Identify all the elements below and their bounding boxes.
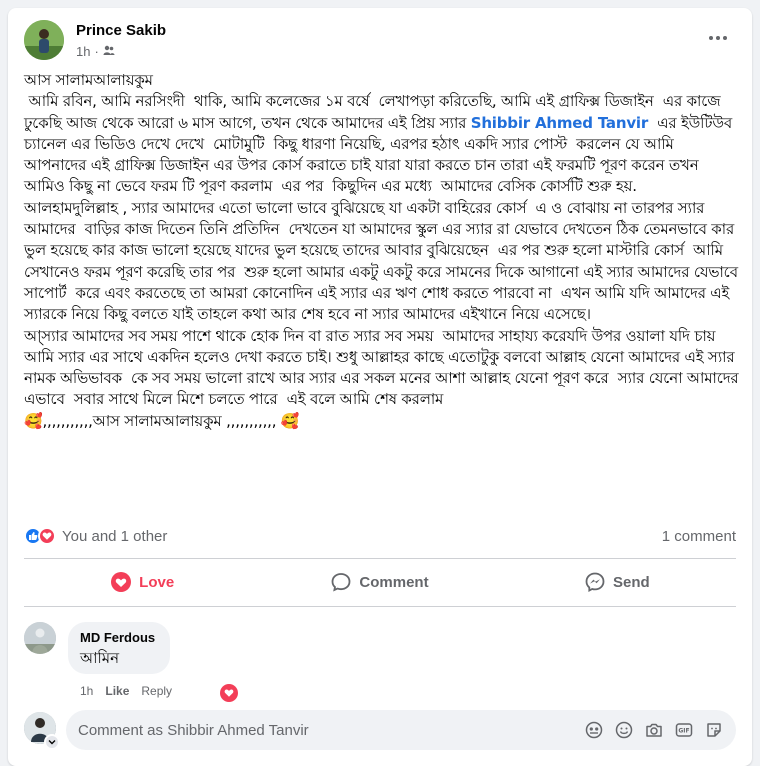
send-button[interactable]: Send	[499, 564, 736, 600]
reactions-text[interactable]: You and 1 other	[62, 528, 167, 545]
emoji-icon[interactable]	[614, 720, 634, 740]
comment-love-icon[interactable]	[220, 684, 238, 702]
comment-count[interactable]: 1 comment	[662, 528, 736, 545]
chevron-down-icon[interactable]	[44, 734, 60, 750]
gif-icon[interactable]: GIF	[674, 720, 694, 740]
reactions-summary: You and 1 other 1 comment	[24, 524, 736, 548]
comment-button[interactable]: Comment	[261, 564, 498, 600]
commenter-avatar[interactable]	[24, 622, 56, 654]
comment-input[interactable]	[78, 721, 584, 739]
love-button[interactable]: Love	[24, 564, 261, 600]
post-header: Prince Sakib 1h ·	[24, 20, 736, 64]
commenter-name[interactable]: MD Ferdous	[80, 630, 158, 645]
post-card: Prince Sakib 1h · আস সালামআলায়কুম আমি র…	[8, 8, 752, 766]
post-text-part-2: এর ইউটিউব চ্যানেল এর ভিডিও দেখে দেখে মোট…	[24, 113, 739, 430]
comment-bubble: MD Ferdous আমিন	[68, 622, 170, 674]
comment-text: আমিন	[80, 649, 120, 667]
mention-link[interactable]: Shibbir Ahmed Tanvir	[471, 114, 649, 132]
author-name[interactable]: Prince Sakib	[76, 22, 166, 39]
messenger-icon	[585, 572, 605, 592]
more-options-icon[interactable]	[706, 26, 730, 50]
heart-icon	[111, 572, 132, 592]
sticker-icon[interactable]	[704, 720, 724, 740]
comment-time[interactable]: 1h	[80, 684, 93, 698]
post-meta: 1h ·	[76, 44, 115, 59]
post-time[interactable]: 1h	[76, 44, 90, 59]
camera-icon[interactable]	[644, 720, 664, 740]
divider	[24, 558, 736, 559]
love-label: Love	[139, 573, 175, 591]
svg-text:GIF: GIF	[678, 728, 689, 735]
comment-icon	[332, 573, 351, 592]
composer-tools: GIF	[584, 720, 724, 740]
comment-like-button[interactable]: Like	[105, 684, 129, 698]
love-reaction-icon[interactable]	[38, 527, 56, 545]
comment-input-wrapper: GIF	[66, 710, 736, 750]
comment-composer: GIF	[24, 710, 736, 750]
comment-meta: 1h Like Reply	[80, 684, 172, 698]
author-avatar[interactable]	[24, 20, 64, 60]
divider	[24, 606, 736, 607]
action-bar: Love Comment Send	[24, 564, 736, 600]
send-label: Send	[612, 573, 650, 591]
comment-reply-button[interactable]: Reply	[141, 684, 172, 698]
comment-label: Comment	[359, 573, 429, 591]
avatar-sticker-icon[interactable]	[584, 720, 604, 740]
friends-icon[interactable]	[103, 44, 115, 59]
post-body: আস সালামআলায়কুম আমি রবিন, আমি নরসিংদী থ…	[24, 70, 740, 432]
